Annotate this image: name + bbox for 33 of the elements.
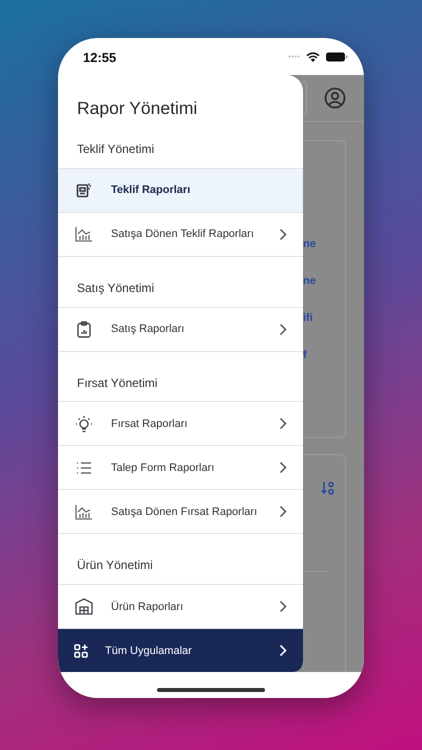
menu-item[interactable]: Teklif Raporları (58, 168, 303, 212)
text-fragment: ne (303, 237, 317, 252)
menu-item[interactable]: Fırsat Raporları (58, 401, 303, 446)
drawer-title: Rapor Yönetimi (76, 97, 198, 120)
all-apps-button[interactable]: Tüm Uygulamalar (58, 629, 303, 672)
list-icon (76, 462, 92, 474)
section-heading: Fırsat Yönetimi (76, 374, 158, 392)
lightbulb-icon (75, 414, 93, 433)
chart-icon (75, 226, 93, 242)
text-fragment: ifi (303, 311, 314, 326)
warehouse-icon (75, 598, 93, 616)
menu-item[interactable]: Satışa Dönen Teklif Raporları (58, 212, 303, 257)
section-heading: Teklif Yönetimi (76, 140, 156, 158)
menu-item[interactable]: Talep Form Raporları (58, 445, 303, 490)
menu-item[interactable]: Ürün Raporları (58, 584, 303, 630)
clipboard-icon (77, 320, 91, 338)
chart-icon (75, 504, 93, 520)
chevron-icon (279, 644, 287, 658)
battery-icon (326, 52, 348, 62)
section-heading: Satış Yönetimi (76, 280, 156, 297)
menu-item[interactable]: Satış Raporları (58, 306, 303, 352)
signal-dots-icon (288, 55, 300, 58)
sort-icon[interactable] (321, 481, 335, 495)
text-fragment: f (303, 348, 308, 363)
profile-icon[interactable] (324, 87, 346, 109)
section-heading: Ürün Yönetimi (76, 557, 154, 574)
status-time: 12:55 (83, 49, 118, 65)
wifi-icon (306, 52, 320, 62)
apps-grid-icon (74, 644, 88, 658)
menu-item[interactable]: Satışa Dönen Fırsat Raporları (58, 489, 303, 534)
text-fragment: ne (303, 274, 317, 289)
button-edge[interactable] (303, 81, 307, 115)
report-icon (76, 182, 92, 198)
